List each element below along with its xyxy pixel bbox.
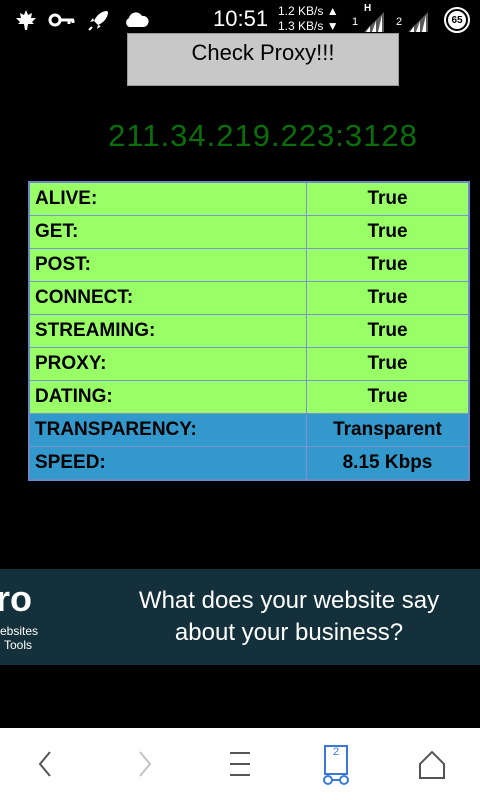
rocket-icon: [88, 11, 108, 31]
home-icon[interactable]: [408, 740, 456, 788]
ad-subtext-line2: Tools: [4, 638, 33, 652]
table-row: GET: True: [28, 215, 470, 249]
ad-subtext[interactable]: ebsites Tools: [0, 624, 38, 652]
battery-icon: 65: [444, 7, 470, 33]
back-icon[interactable]: [22, 740, 70, 788]
result-value: True: [306, 347, 470, 381]
download-rate: 1.3 KB/s ▼: [278, 19, 339, 33]
table-row: TRANSPARENCY: Transparent: [28, 413, 470, 447]
signal-icon: [408, 12, 428, 32]
result-key: TRANSPARENCY:: [28, 413, 307, 447]
table-row: CONNECT: True: [28, 281, 470, 315]
table-row: SPEED: 8.15 Kbps: [28, 446, 470, 481]
battery-level: 65: [448, 11, 466, 29]
forward-icon[interactable]: [120, 740, 168, 788]
maple-leaf-icon: [16, 10, 36, 30]
result-value: True: [306, 380, 470, 414]
ad-headline[interactable]: What does your website say about your bu…: [106, 585, 472, 649]
result-value: Transparent: [306, 413, 470, 447]
result-key: DATING:: [28, 380, 307, 414]
upload-rate: 1.2 KB/s ▲: [278, 4, 339, 18]
results-table: ALIVE: True GET: True POST: True CONNECT…: [28, 181, 470, 481]
result-key: CONNECT:: [28, 281, 307, 315]
sim1-label: 1: [352, 16, 359, 28]
table-row: ALIVE: True: [28, 181, 470, 216]
proxy-address: 211.34.219.223:3128: [108, 118, 418, 153]
result-key: ALIVE:: [28, 181, 307, 216]
tab-count: 2: [332, 746, 340, 758]
check-proxy-button[interactable]: Check Proxy!!!: [127, 33, 399, 86]
result-key: STREAMING:: [28, 314, 307, 348]
result-key: PROXY:: [28, 347, 307, 381]
table-row: PROXY: True: [28, 347, 470, 381]
ad-subtext-line1: ebsites: [0, 624, 39, 638]
result-key: POST:: [28, 248, 307, 282]
result-value: True: [306, 181, 470, 216]
sim2-label: 2: [396, 16, 403, 28]
result-value: True: [306, 215, 470, 249]
cloud-icon: [126, 12, 149, 27]
result-value: 8.15 Kbps: [306, 446, 470, 481]
result-key: SPEED:: [28, 446, 307, 481]
table-row: POST: True: [28, 248, 470, 282]
signal-icon: [364, 12, 384, 32]
key-icon: [48, 13, 75, 27]
browser-nav-bar: [0, 728, 480, 800]
table-row: STREAMING: True: [28, 314, 470, 348]
ad-logo[interactable]: ro: [0, 578, 32, 620]
result-key: GET:: [28, 215, 307, 249]
result-value: True: [306, 281, 470, 315]
table-row: DATING: True: [28, 380, 470, 414]
clock: 10:51: [213, 6, 269, 31]
result-value: True: [306, 314, 470, 348]
menu-icon[interactable]: [216, 740, 264, 788]
result-value: True: [306, 248, 470, 282]
